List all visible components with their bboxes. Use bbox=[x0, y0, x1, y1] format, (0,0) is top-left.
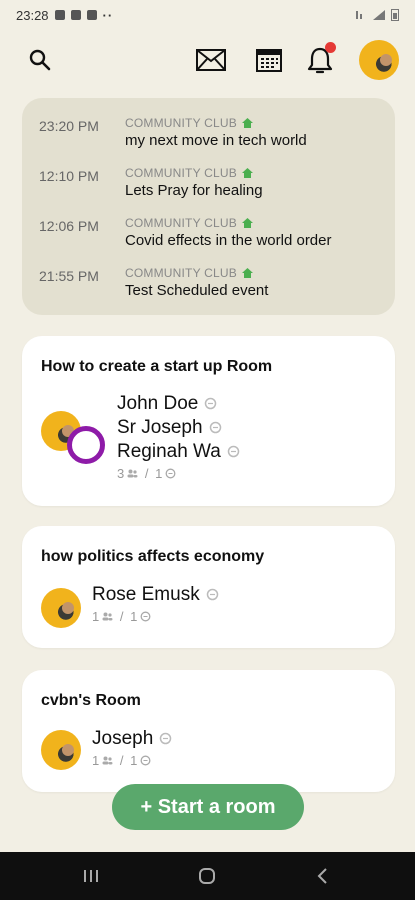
start-room-button[interactable]: + Start a room bbox=[112, 784, 304, 830]
speaker-name: Joseph bbox=[92, 727, 172, 751]
event-title: Lets Pray for healing bbox=[125, 182, 263, 199]
back-icon bbox=[317, 868, 327, 884]
speaker-name: Sr Joseph bbox=[117, 416, 240, 440]
calendar-icon bbox=[256, 49, 282, 72]
event-club: COMMUNITY CLUB bbox=[125, 216, 253, 230]
speaker-avatar-ring bbox=[67, 426, 105, 464]
listener-count: 1 bbox=[92, 609, 100, 624]
event-time: 21:55 PM bbox=[39, 268, 99, 284]
chat-icon bbox=[160, 732, 172, 745]
speaker-list: Rose Emusk 1 / 1 bbox=[92, 583, 219, 624]
speaker-list: John Doe Sr Joseph Reginah Wa 3 / 1 bbox=[117, 392, 240, 481]
speaker-count: 1 bbox=[130, 753, 138, 768]
status-bar: 23:28 ·· bbox=[0, 0, 415, 30]
wifi-icon bbox=[356, 10, 362, 19]
more-dots-icon: ·· bbox=[102, 7, 114, 23]
listener-count: 3 bbox=[117, 466, 125, 481]
speaker-name: Reginah Wa bbox=[117, 440, 240, 464]
event-title: my next move in tech world bbox=[125, 132, 307, 149]
room-title: how politics affects economy bbox=[41, 548, 265, 565]
speaker-name: Rose Emusk bbox=[92, 583, 219, 607]
listener-count: 1 bbox=[92, 753, 100, 768]
calendar-button[interactable] bbox=[251, 38, 287, 82]
event-time: 23:20 PM bbox=[39, 118, 99, 134]
home-icon bbox=[241, 118, 253, 128]
event-time: 12:10 PM bbox=[39, 168, 99, 184]
home-icon bbox=[241, 218, 253, 228]
room-counts: 1 / 1 bbox=[92, 753, 172, 768]
people-icon bbox=[102, 612, 113, 621]
event-title: Covid effects in the world order bbox=[125, 232, 332, 249]
home-circle-icon bbox=[199, 868, 215, 884]
home-icon bbox=[241, 268, 253, 278]
signal-icon bbox=[373, 9, 385, 20]
room-title: How to create a start up Room bbox=[41, 358, 273, 375]
room-card[interactable]: how politics affects economy Rose Emusk … bbox=[22, 526, 395, 648]
speaker-count: 1 bbox=[155, 466, 163, 481]
room-counts: 1 / 1 bbox=[92, 609, 219, 624]
chat-icon bbox=[227, 445, 240, 458]
scheduled-event[interactable]: 21:55 PM COMMUNITY CLUB Test Scheduled e… bbox=[22, 262, 395, 312]
scheduled-event[interactable]: 12:06 PM COMMUNITY CLUB Covid effects in… bbox=[22, 212, 395, 262]
chat-icon bbox=[206, 588, 218, 601]
battery-icon bbox=[391, 9, 399, 21]
event-club: COMMUNITY CLUB bbox=[125, 166, 253, 180]
notification-icon bbox=[54, 10, 65, 20]
recent-apps-button[interactable] bbox=[73, 864, 109, 888]
avatar bbox=[359, 40, 399, 80]
back-button[interactable] bbox=[305, 864, 341, 888]
mail-icon bbox=[196, 49, 226, 71]
speaker-count: 1 bbox=[130, 609, 138, 624]
notifications-button[interactable] bbox=[302, 38, 338, 82]
system-nav-bar bbox=[0, 852, 415, 900]
top-bar bbox=[0, 38, 415, 82]
event-title: Test Scheduled event bbox=[125, 282, 269, 299]
people-icon bbox=[102, 756, 113, 765]
chat-icon bbox=[140, 611, 151, 622]
chat-icon bbox=[209, 421, 221, 434]
profile-avatar-button[interactable] bbox=[358, 38, 400, 82]
notification-badge bbox=[325, 42, 336, 53]
event-club: COMMUNITY CLUB bbox=[125, 266, 253, 280]
bag-icon bbox=[86, 10, 97, 20]
room-title: cvbn's Room bbox=[41, 692, 141, 709]
count-separator: / bbox=[116, 609, 128, 624]
home-button[interactable] bbox=[189, 864, 225, 888]
image-icon bbox=[70, 10, 81, 20]
scheduled-event[interactable]: 12:10 PM COMMUNITY CLUB Lets Pray for he… bbox=[22, 162, 395, 212]
recent-apps-icon bbox=[84, 870, 98, 882]
room-counts: 3 / 1 bbox=[117, 466, 240, 481]
scheduled-event[interactable]: 23:20 PM COMMUNITY CLUB my next move in … bbox=[22, 112, 395, 162]
avatar bbox=[41, 730, 81, 770]
count-separator: / bbox=[116, 753, 128, 768]
status-time: 23:28 bbox=[16, 7, 49, 23]
avatar bbox=[41, 588, 81, 628]
count-separator: / bbox=[141, 466, 153, 481]
home-icon bbox=[241, 168, 253, 178]
speaker-list: Joseph 1 / 1 bbox=[92, 727, 172, 768]
people-icon bbox=[127, 469, 138, 478]
event-time: 12:06 PM bbox=[39, 218, 99, 234]
search-icon bbox=[29, 49, 51, 71]
chat-icon bbox=[205, 397, 217, 410]
speaker-name: John Doe bbox=[117, 392, 240, 416]
messages-button[interactable] bbox=[193, 38, 229, 82]
chat-icon bbox=[165, 468, 176, 479]
room-card[interactable]: How to create a start up Room John Doe S… bbox=[22, 336, 395, 506]
room-card[interactable]: cvbn's Room Joseph 1 / 1 bbox=[22, 670, 395, 792]
chat-icon bbox=[140, 755, 151, 766]
search-button[interactable] bbox=[24, 38, 56, 82]
scheduled-events-panel: 23:20 PM COMMUNITY CLUB my next move in … bbox=[22, 98, 395, 315]
event-club: COMMUNITY CLUB bbox=[125, 116, 253, 130]
